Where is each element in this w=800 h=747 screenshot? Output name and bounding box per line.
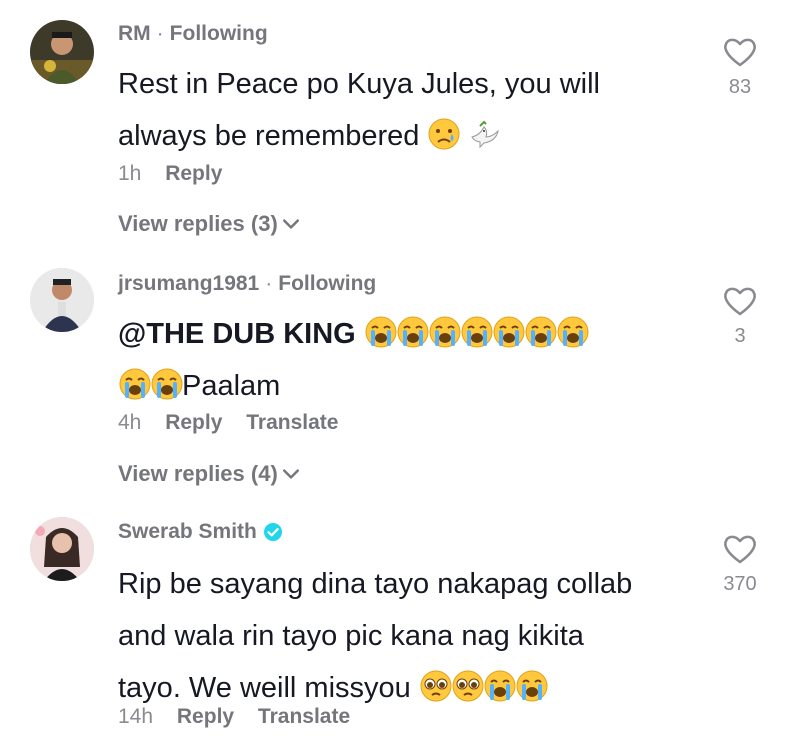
comment-time: 1h	[118, 162, 142, 185]
crying-face-icon	[427, 117, 461, 151]
avatar[interactable]	[30, 20, 94, 84]
mention-link[interactable]: @THE DUB KING	[118, 318, 356, 350]
comment-meta: RM · Following	[118, 22, 268, 46]
heart-outline-icon	[722, 36, 758, 68]
translate-button[interactable]: Translate	[258, 705, 350, 728]
chevron-down-icon	[282, 468, 300, 480]
comment-line: Rip be sayang dina tayo nakapag collab	[118, 568, 633, 600]
comment-line-with-emoji: always be remembered	[118, 110, 698, 162]
reply-button[interactable]: Reply	[165, 411, 222, 434]
comment-text: Rest in Peace po Kuya Jules, you will al…	[118, 58, 698, 162]
loudly-crying-face-icon	[118, 367, 152, 401]
username[interactable]: RM	[118, 22, 151, 46]
separator-dot: ·	[156, 22, 164, 45]
loudly-crying-face-icon	[396, 315, 430, 349]
view-replies-label: View replies (3)	[118, 211, 278, 236]
view-replies-button[interactable]: View replies (3)	[118, 211, 300, 237]
chevron-down-icon	[282, 218, 300, 230]
username[interactable]: Swerab Smith	[118, 520, 257, 544]
avatar[interactable]	[30, 268, 94, 332]
comment-text: @THE DUB KING Paalam	[118, 308, 698, 412]
reply-button[interactable]: Reply	[177, 705, 234, 728]
view-replies-label: View replies (4)	[118, 461, 278, 486]
like-button[interactable]: 83	[720, 36, 760, 99]
comment-text: Rip be sayang dina tayo nakapag collab a…	[118, 558, 698, 714]
dove-icon	[468, 117, 502, 151]
loudly-crying-face-icon	[150, 367, 184, 401]
comment-line-text: Paalam	[182, 370, 281, 402]
pleading-face-icon	[419, 669, 453, 703]
comment-meta: Swerab Smith	[118, 520, 283, 544]
loudly-crying-face-icon	[524, 315, 558, 349]
like-count: 83	[728, 76, 752, 98]
loudly-crying-face-icon	[515, 669, 549, 703]
comment-line-text: tayo. We weill missyou	[118, 672, 411, 704]
comment-line-with-emoji: Paalam	[118, 360, 698, 412]
comment-time: 14h	[118, 705, 154, 728]
loudly-crying-face-icon	[492, 315, 526, 349]
separator-dot: ·	[265, 272, 273, 295]
comment-line-with-mention: @THE DUB KING	[118, 308, 698, 360]
avatar-image	[30, 20, 94, 84]
translate-button[interactable]: Translate	[246, 411, 338, 434]
follow-status[interactable]: Following	[170, 22, 268, 46]
reply-button[interactable]: Reply	[165, 162, 222, 185]
avatar-image	[30, 268, 94, 332]
loudly-crying-face-icon	[460, 315, 494, 349]
username[interactable]: jrsumang1981	[118, 272, 259, 296]
view-replies-button[interactable]: View replies (4)	[118, 461, 300, 487]
comment-line: and wala rin tayo pic kana nag kikita	[118, 620, 584, 652]
verified-badge-icon	[263, 523, 282, 541]
comment-actions: 4h Reply Translate	[118, 411, 356, 435]
comment-line: Rest in Peace po Kuya Jules, you will	[118, 68, 600, 100]
like-button[interactable]: 370	[720, 533, 760, 596]
comment-time: 4h	[118, 411, 142, 434]
heart-outline-icon	[722, 285, 758, 317]
loudly-crying-face-icon	[556, 315, 590, 349]
avatar-image	[30, 517, 94, 581]
heart-outline-icon	[722, 533, 758, 565]
pleading-face-icon	[451, 669, 485, 703]
comment-actions: 14h Reply Translate	[118, 705, 368, 729]
comment-line-text: always be remembered	[118, 120, 420, 152]
loudly-crying-face-icon	[483, 669, 517, 703]
like-count: 370	[723, 573, 757, 595]
follow-status[interactable]: Following	[278, 272, 376, 296]
loudly-crying-face-icon	[364, 315, 398, 349]
comment-actions: 1h Reply	[118, 162, 240, 186]
avatar[interactable]	[30, 517, 94, 581]
loudly-crying-face-icon	[428, 315, 462, 349]
comment-meta: jrsumang1981 · Following	[118, 272, 376, 296]
like-count: 3	[734, 325, 746, 347]
like-button[interactable]: 3	[720, 285, 760, 348]
